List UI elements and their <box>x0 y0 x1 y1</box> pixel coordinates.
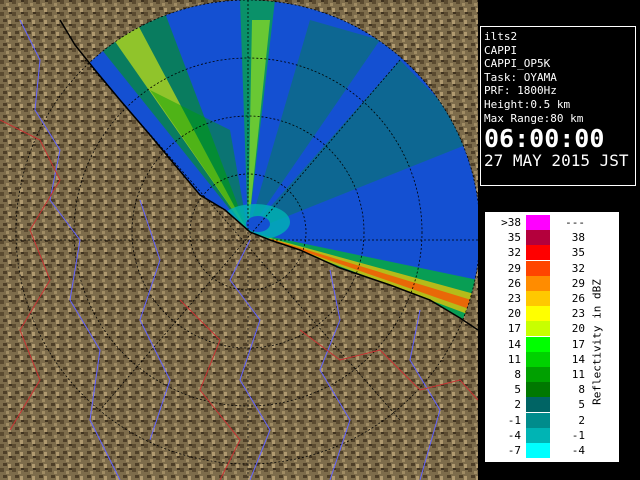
reflectivity-legend: >38 --- 35 38 32 35 29 32 26 29 23 26 20 23 17 20 14 17 11… <box>484 211 620 463</box>
info-panel: ilts2 CAPPI CAPPI_OP5K Task: OYAMA PRF: … <box>480 26 636 186</box>
legend-color-swatch <box>526 306 550 322</box>
legend-high-value: 23 <box>571 307 585 321</box>
legend-high-value: 2 <box>578 413 585 427</box>
legend-color-swatch <box>526 427 550 443</box>
legend-high-value: 32 <box>571 261 585 275</box>
legend-low-value: 29 <box>507 261 521 275</box>
prf-label: PRF: 1800Hz <box>484 84 557 98</box>
legend-color-swatch <box>526 321 550 337</box>
legend-high-value: 11 <box>571 368 585 381</box>
legend-color-swatch <box>526 275 550 291</box>
legend-high-value: 14 <box>571 352 585 366</box>
legend-high-value: --- <box>565 216 585 229</box>
legend-color-swatch <box>526 412 550 428</box>
legend-high-value: 8 <box>578 383 585 397</box>
legend-high-value: -4 <box>571 444 585 457</box>
legend-row: >38 --- <box>485 215 621 230</box>
legend-color-swatch <box>526 215 550 230</box>
legend-row: 35 38 <box>485 230 621 246</box>
height-label: Height:0.5 km <box>484 97 571 111</box>
legend-low-value: 17 <box>507 322 521 336</box>
legend-color-swatch <box>526 291 550 306</box>
legend-row: 32 35 <box>485 245 621 261</box>
legend-high-value: 17 <box>571 337 585 351</box>
legend-low-value: -1 <box>507 413 521 427</box>
legend-low-value: 35 <box>507 231 521 245</box>
legend-high-value: 20 <box>571 322 585 336</box>
legend-low-value: 20 <box>507 307 521 321</box>
radar-display: { "info": { "radar_name": "ilts2", "prod… <box>0 0 640 480</box>
legend-color-swatch <box>526 260 550 276</box>
legend-color-swatch <box>526 351 550 367</box>
legend-color-swatch <box>526 245 550 261</box>
legend-low-value: 26 <box>507 276 521 290</box>
legend-low-value: 11 <box>507 352 521 366</box>
legend-high-value: 26 <box>571 292 585 305</box>
date-display: 27 MAY 2015 JST <box>484 151 629 171</box>
max-range-label: Max Range:80 km <box>484 111 584 125</box>
product-name: CAPPI <box>484 43 518 57</box>
legend-row: 29 32 <box>485 260 621 276</box>
legend-low-value: 23 <box>507 292 521 305</box>
legend-color-swatch <box>526 367 550 382</box>
legend-color-swatch <box>526 382 550 398</box>
legend-high-value: 35 <box>571 246 585 260</box>
legend-row: -7 -4 <box>485 443 621 458</box>
legend-low-value: >38 <box>501 216 521 229</box>
legend-low-value: 5 <box>514 383 521 397</box>
legend-color-swatch <box>526 230 550 246</box>
legend-low-value: 14 <box>507 337 521 351</box>
legend-color-swatch <box>526 336 550 352</box>
legend-high-value: 29 <box>571 276 585 290</box>
legend-low-value: 8 <box>514 368 521 381</box>
legend-color-swatch <box>526 397 550 413</box>
legend-low-value: -7 <box>507 444 521 457</box>
legend-row: -1 2 <box>485 412 621 428</box>
legend-high-value: 5 <box>578 398 585 412</box>
legend-low-value: -4 <box>507 428 521 442</box>
time-display: 06:00:00 <box>484 124 605 154</box>
product-code: CAPPI_OP5K <box>484 57 551 71</box>
radar-map <box>0 0 478 480</box>
radar-name: ilts2 <box>484 30 518 43</box>
legend-high-value: 38 <box>571 231 585 245</box>
task-label: Task: OYAMA <box>484 70 557 84</box>
legend-color-swatch <box>526 443 550 458</box>
legend-title: Reflectivity in dBZ <box>590 279 604 405</box>
legend-low-value: 2 <box>514 398 521 412</box>
legend-high-value: -1 <box>571 428 585 442</box>
legend-row: -4 -1 <box>485 427 621 443</box>
legend-low-value: 32 <box>507 246 521 260</box>
